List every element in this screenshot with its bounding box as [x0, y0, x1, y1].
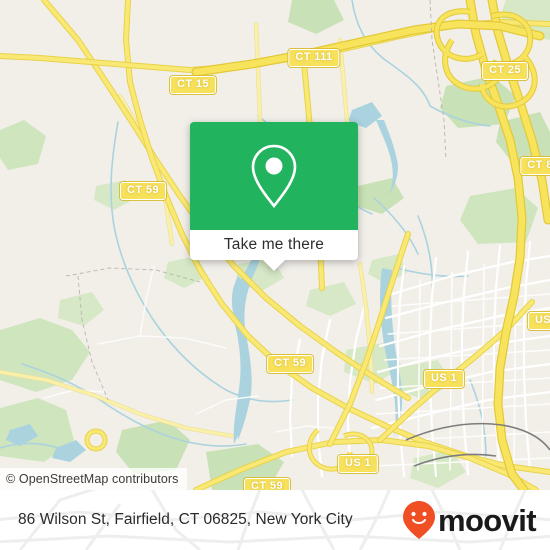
- moovit-smiley-pin-icon: [402, 501, 435, 539]
- map-attribution: © OpenStreetMap contributors: [0, 468, 187, 490]
- road-shield: CT 59: [120, 182, 166, 200]
- brand-name: moovit: [437, 502, 537, 538]
- map-screenshot: .bg { fill:#f2efe9; } .park { fill:#cfe5…: [0, 0, 550, 550]
- road-shield: CT 59: [244, 478, 290, 490]
- address-label: 86 Wilson St, Fairfield, CT 06825, New Y…: [18, 511, 353, 528]
- location-popup-card[interactable]: Take me there: [190, 122, 358, 271]
- road-shield: US: [527, 312, 550, 330]
- road-shield: CT 8: [520, 157, 550, 175]
- moovit-logo: moovit: [402, 500, 537, 540]
- footer-bar: 86 Wilson St, Fairfield, CT 06825, New Y…: [0, 490, 550, 550]
- road-shield: US 1: [423, 370, 465, 388]
- take-me-there-button[interactable]: Take me there: [190, 230, 358, 260]
- road-shield: CT 15: [170, 76, 216, 94]
- popup-pin-panel: [190, 122, 358, 230]
- location-pin-icon: [251, 144, 297, 209]
- road-shield: CT 59: [267, 355, 313, 373]
- road-shield: US 1: [337, 455, 379, 473]
- road-shield: CT 111: [288, 49, 340, 67]
- road-shield: CT 25: [482, 62, 528, 80]
- popup-pointer: [263, 260, 285, 271]
